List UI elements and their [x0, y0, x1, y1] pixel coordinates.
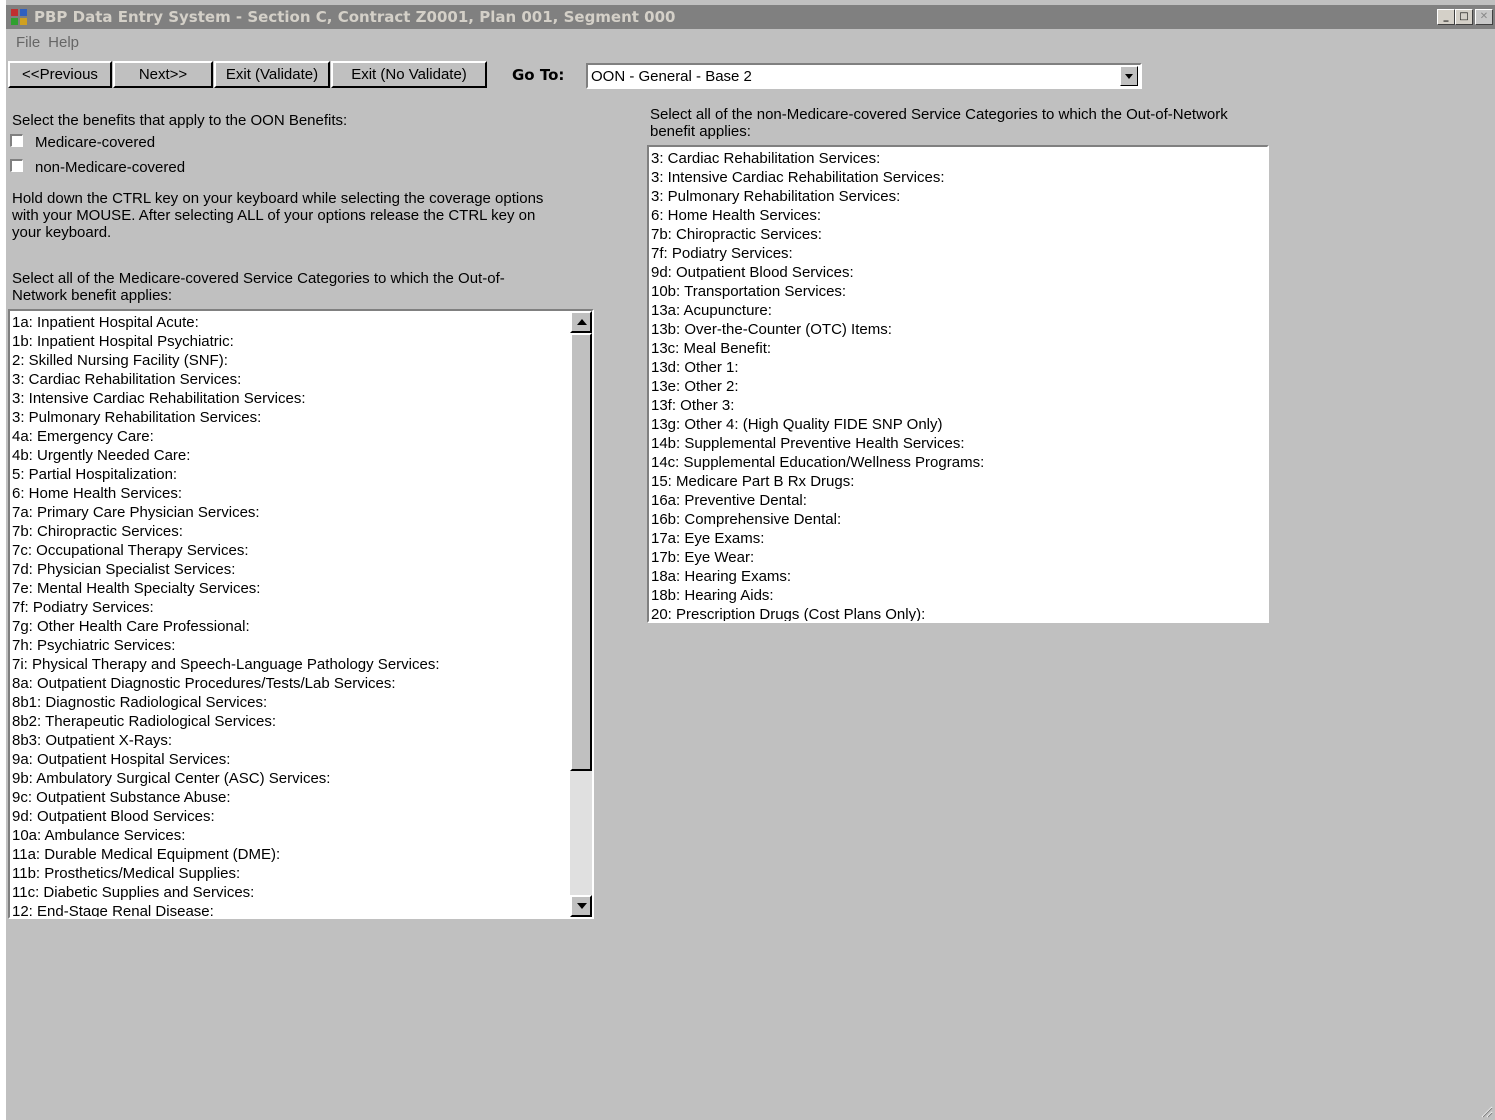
list-item[interactable]: 16b: Comprehensive Dental:: [651, 510, 1267, 529]
list-item[interactable]: 5: Partial Hospitalization:: [12, 465, 592, 484]
list-item[interactable]: 11a: Durable Medical Equipment (DME):: [12, 845, 592, 864]
list-item[interactable]: 13f: Other 3:: [651, 396, 1267, 415]
list-item[interactable]: 7f: Podiatry Services:: [651, 244, 1267, 263]
medicare-list-prompt-line: Network benefit applies:: [12, 287, 173, 304]
list-item[interactable]: 7g: Other Health Care Professional:: [12, 617, 592, 636]
list-item[interactable]: 3: Pulmonary Rehabilitation Services:: [12, 408, 592, 427]
list-item[interactable]: 20: Prescription Drugs (Cost Plans Only)…: [651, 605, 1267, 621]
list-item[interactable]: 11b: Prosthetics/Medical Supplies:: [12, 864, 592, 883]
list-item[interactable]: 7d: Physician Specialist Services:: [12, 560, 592, 579]
list-item[interactable]: 7c: Occupational Therapy Services:: [12, 541, 592, 560]
app-icon: [11, 9, 27, 25]
list-item[interactable]: 8b3: Outpatient X-Rays:: [12, 731, 592, 750]
list-item[interactable]: 10b: Transportation Services:: [651, 282, 1267, 301]
previous-button[interactable]: <<Previous: [8, 61, 112, 88]
list-item[interactable]: 14c: Supplemental Education/Wellness Pro…: [651, 453, 1267, 472]
list-item[interactable]: 8b1: Diagnostic Radiological Services:: [12, 693, 592, 712]
list-item[interactable]: 6: Home Health Services:: [651, 206, 1267, 225]
list-item[interactable]: 3: Cardiac Rehabilitation Services:: [651, 149, 1267, 168]
list-item[interactable]: 13g: Other 4: (High Quality FIDE SNP Onl…: [651, 415, 1267, 434]
scroll-up-icon[interactable]: [570, 311, 592, 333]
medicare-covered-checkbox[interactable]: [10, 134, 23, 147]
instructions-line: your keyboard.: [12, 224, 112, 241]
list-item[interactable]: 11c: Diabetic Supplies and Services:: [12, 883, 592, 902]
list-item[interactable]: 18a: Hearing Exams:: [651, 567, 1267, 586]
medicare-covered-label: Medicare-covered: [35, 134, 156, 151]
instructions-text: Hold down the CTRL key on your keyboard …: [12, 190, 543, 241]
window-title: PBP Data Entry System - Section C, Contr…: [34, 8, 676, 26]
list-item[interactable]: 7b: Chiropractic Services:: [12, 522, 592, 541]
list-item[interactable]: 4a: Emergency Care:: [12, 427, 592, 446]
close-button[interactable]: ✕: [1475, 9, 1493, 25]
goto-select-value: OON - General - Base 2: [591, 68, 752, 85]
list-item[interactable]: 9a: Outpatient Hospital Services:: [12, 750, 592, 769]
list-item[interactable]: 15: Medicare Part B Rx Drugs:: [651, 472, 1267, 491]
list-item[interactable]: 10a: Ambulance Services:: [12, 826, 592, 845]
list-item[interactable]: 7f: Podiatry Services:: [12, 598, 592, 617]
minimize-button[interactable]: _: [1437, 9, 1455, 25]
list-item[interactable]: 14b: Supplemental Preventive Health Serv…: [651, 434, 1267, 453]
list-item[interactable]: 9d: Outpatient Blood Services:: [651, 263, 1267, 282]
title-bar[interactable]: PBP Data Entry System - Section C, Contr…: [6, 5, 1495, 29]
list-item[interactable]: 3: Pulmonary Rehabilitation Services:: [651, 187, 1267, 206]
medicare-list-scrollbar[interactable]: [570, 311, 592, 917]
list-item[interactable]: 3: Intensive Cardiac Rehabilitation Serv…: [651, 168, 1267, 187]
goto-select[interactable]: OON - General - Base 2: [586, 63, 1142, 89]
list-item[interactable]: 7i: Physical Therapy and Speech-Language…: [12, 655, 592, 674]
non-medicare-services-list: 3: Cardiac Rehabilitation Services: 3: In…: [649, 147, 1267, 621]
list-item[interactable]: 1a: Inpatient Hospital Acute:: [12, 313, 592, 332]
medicare-list-prompt-line: Select all of the Medicare-covered Servi…: [12, 270, 505, 287]
medicare-list-prompt: Select all of the Medicare-covered Servi…: [12, 270, 505, 304]
non-medicare-list-prompt-line: benefit applies:: [650, 123, 751, 140]
list-item[interactable]: 12: End-Stage Renal Disease:: [12, 902, 592, 917]
list-item[interactable]: 7b: Chiropractic Services:: [651, 225, 1267, 244]
list-item[interactable]: 7h: Psychiatric Services:: [12, 636, 592, 655]
menu-file[interactable]: File: [16, 34, 40, 51]
list-item[interactable]: 7e: Mental Health Specialty Services:: [12, 579, 592, 598]
list-item[interactable]: 9b: Ambulatory Surgical Center (ASC) Ser…: [12, 769, 592, 788]
next-button[interactable]: Next>>: [113, 61, 213, 88]
window-left-edge: [0, 0, 6, 1120]
list-item[interactable]: 17b: Eye Wear:: [651, 548, 1267, 567]
list-item[interactable]: 8a: Outpatient Diagnostic Procedures/Tes…: [12, 674, 592, 693]
list-item[interactable]: 13e: Other 2:: [651, 377, 1267, 396]
restore-button[interactable]: □: [1455, 9, 1473, 25]
medicare-services-listbox[interactable]: 1a: Inpatient Hospital Acute: 1b: Inpatie…: [8, 309, 594, 919]
non-medicare-covered-label: non-Medicare-covered: [35, 159, 186, 176]
list-item[interactable]: 6: Home Health Services:: [12, 484, 592, 503]
list-item[interactable]: 9d: Outpatient Blood Services:: [12, 807, 592, 826]
menu-bar: File Help: [6, 34, 87, 56]
list-item[interactable]: 3: Cardiac Rehabilitation Services:: [12, 370, 592, 389]
instructions-line: with your MOUSE. After selecting ALL of …: [12, 207, 536, 224]
exit-validate-button[interactable]: Exit (Validate): [214, 61, 330, 88]
non-medicare-list-prompt-line: Select all of the non-Medicare-covered S…: [650, 106, 1228, 123]
list-item[interactable]: 1b: Inpatient Hospital Psychiatric:: [12, 332, 592, 351]
list-item[interactable]: 17a: Eye Exams:: [651, 529, 1267, 548]
benefits-prompt: Select the benefits that apply to the OO…: [12, 112, 348, 129]
list-item[interactable]: 13c: Meal Benefit:: [651, 339, 1267, 358]
medicare-services-list: 1a: Inpatient Hospital Acute: 1b: Inpatie…: [10, 311, 592, 917]
scroll-down-icon[interactable]: [570, 895, 592, 917]
goto-label: Go To:: [512, 66, 565, 84]
list-item[interactable]: 8b2: Therapeutic Radiological Services:: [12, 712, 592, 731]
non-medicare-list-prompt: Select all of the non-Medicare-covered S…: [650, 106, 1228, 140]
scroll-thumb[interactable]: [570, 333, 592, 771]
list-item[interactable]: 16a: Preventive Dental:: [651, 491, 1267, 510]
list-item[interactable]: 7a: Primary Care Physician Services:: [12, 503, 592, 522]
instructions-line: Hold down the CTRL key on your keyboard …: [12, 190, 544, 207]
resize-grip-icon[interactable]: [1479, 1104, 1493, 1118]
menu-help[interactable]: Help: [48, 34, 79, 51]
list-item[interactable]: 13b: Over-the-Counter (OTC) Items:: [651, 320, 1267, 339]
exit-no-validate-button[interactable]: Exit (No Validate): [331, 61, 487, 88]
list-item[interactable]: 2: Skilled Nursing Facility (SNF):: [12, 351, 592, 370]
list-item[interactable]: 4b: Urgently Needed Care:: [12, 446, 592, 465]
list-item[interactable]: 13a: Acupuncture:: [651, 301, 1267, 320]
non-medicare-services-listbox[interactable]: 3: Cardiac Rehabilitation Services: 3: In…: [647, 145, 1269, 623]
list-item[interactable]: 13d: Other 1:: [651, 358, 1267, 377]
list-item[interactable]: 3: Intensive Cardiac Rehabilitation Serv…: [12, 389, 592, 408]
chevron-down-icon[interactable]: [1120, 66, 1138, 86]
non-medicare-covered-checkbox[interactable]: [10, 159, 23, 172]
list-item[interactable]: 9c: Outpatient Substance Abuse:: [12, 788, 592, 807]
list-item[interactable]: 18b: Hearing Aids:: [651, 586, 1267, 605]
